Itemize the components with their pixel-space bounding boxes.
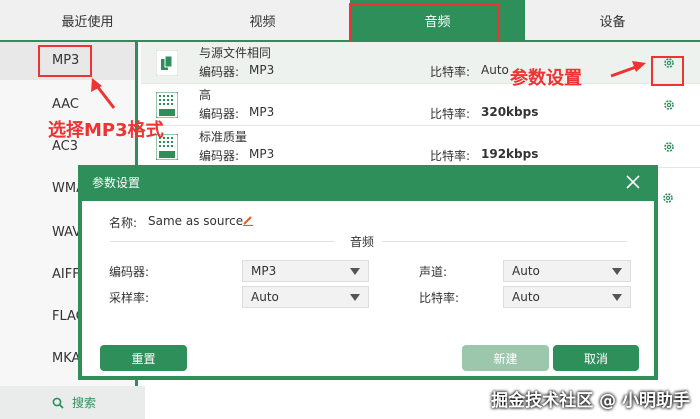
- gear-icon[interactable]: [663, 141, 675, 153]
- close-icon[interactable]: [624, 173, 642, 191]
- section-divider-right: [382, 241, 627, 242]
- gear-icon[interactable]: [662, 192, 674, 204]
- bitrate-label: 比特率:: [430, 65, 471, 79]
- search-label: 搜索: [72, 396, 97, 410]
- bitrate-value: 192kbps: [481, 147, 539, 161]
- encoder-label: 编码器:: [199, 107, 240, 121]
- bitrate-label: 比特率:: [430, 107, 471, 121]
- bitrate-label: 比特率:: [419, 291, 460, 305]
- audio-file-icon: [156, 50, 178, 76]
- preset-row-high[interactable]: 高 编码器: MP3 比特率: 320kbps: [141, 84, 700, 126]
- cancel-button[interactable]: 取消: [553, 345, 639, 371]
- edit-icon[interactable]: [242, 214, 254, 226]
- annotation-param-settings: 参数设置: [510, 68, 582, 89]
- new-button[interactable]: 新建: [462, 345, 549, 371]
- encoder-select-value: MP3: [251, 264, 277, 278]
- audio-tab-highlight: [349, 3, 499, 46]
- bitrate-value: Auto: [481, 63, 509, 77]
- tab-device[interactable]: 设备: [525, 0, 700, 40]
- encoder-value: MP3: [249, 105, 275, 119]
- tab-video[interactable]: 视频: [175, 0, 350, 40]
- encoder-value: MP3: [249, 63, 275, 77]
- param-settings-dialog: 参数设置 名称: Same as source 音频 编码器: MP3 声道: …: [78, 165, 658, 380]
- section-divider-left: [110, 241, 335, 242]
- name-label: 名称:: [109, 216, 138, 230]
- preset-row-standard[interactable]: 标准质量 编码器: MP3 比特率: 192kbps: [141, 126, 700, 168]
- encoder-value: MP3: [249, 147, 275, 161]
- encoder-select[interactable]: MP3: [242, 260, 369, 282]
- dialog-title: 参数设置: [78, 165, 658, 201]
- preset-name: 标准质量: [199, 130, 248, 144]
- samplerate-select-value: Auto: [251, 290, 279, 304]
- samplerate-label: 采样率:: [109, 291, 150, 305]
- dialog-body: 名称: Same as source 音频 编码器: MP3 声道: Auto …: [82, 201, 654, 376]
- audio-file-icon: [156, 92, 178, 118]
- mp3-highlight: [38, 45, 92, 77]
- preset-name: 与源文件相同: [199, 46, 272, 60]
- search-icon: [52, 397, 64, 409]
- gear-highlight: [651, 56, 684, 86]
- chevron-down-icon: [350, 268, 360, 275]
- section-label-audio: 音频: [350, 235, 375, 249]
- encoder-label: 编码器:: [199, 65, 240, 79]
- channel-select[interactable]: Auto: [503, 260, 631, 282]
- watermark: 掘金技术社区 @ 小明助手: [491, 391, 690, 411]
- format-search[interactable]: 搜索: [0, 386, 145, 419]
- channel-label: 声道:: [419, 265, 448, 279]
- preset-row-same-as-source[interactable]: 与源文件相同 编码器: MP3 比特率: Auto: [141, 42, 700, 84]
- bitrate-select-value: Auto: [512, 290, 540, 304]
- reset-button[interactable]: 重置: [100, 345, 187, 371]
- bitrate-value: 320kbps: [481, 105, 539, 119]
- channel-select-value: Auto: [512, 264, 540, 278]
- encoder-label: 编码器:: [109, 265, 150, 279]
- chevron-down-icon: [612, 294, 622, 301]
- annotation-select-format: 选择MP3格式: [48, 120, 164, 141]
- tab-recent[interactable]: 最近使用: [0, 0, 175, 40]
- bitrate-label: 比特率:: [430, 149, 471, 163]
- chevron-down-icon: [612, 268, 622, 275]
- chevron-down-icon: [350, 294, 360, 301]
- samplerate-select[interactable]: Auto: [242, 286, 369, 308]
- encoder-label: 编码器:: [199, 149, 240, 163]
- gear-icon[interactable]: [663, 99, 675, 111]
- bitrate-select[interactable]: Auto: [503, 286, 631, 308]
- name-value: Same as source: [148, 214, 244, 228]
- preset-name: 高: [199, 88, 212, 102]
